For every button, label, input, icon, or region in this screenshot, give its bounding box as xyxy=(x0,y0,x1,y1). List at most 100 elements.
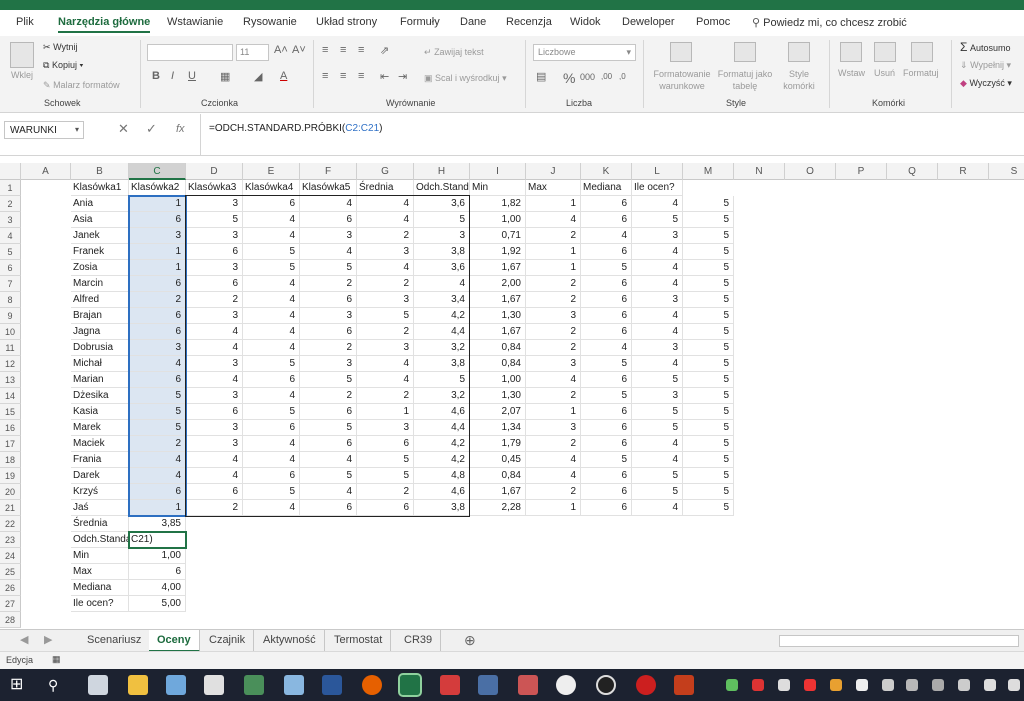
grade-cell[interactable]: 4 xyxy=(129,452,186,468)
grade-cell[interactable]: 6 xyxy=(581,500,632,516)
grade-cell[interactable]: 1,82 xyxy=(470,196,526,212)
grade-cell[interactable]: 4 xyxy=(186,340,243,356)
grade-cell[interactable]: 6 xyxy=(300,324,357,340)
select-all-corner[interactable] xyxy=(0,163,21,180)
grade-cell[interactable]: 6 xyxy=(243,372,300,388)
grade-cell[interactable]: 2 xyxy=(357,484,414,500)
student-name-cell[interactable]: Michał xyxy=(71,356,129,372)
row-header[interactable]: 9 xyxy=(0,308,21,324)
tab-developer[interactable]: Deweloper xyxy=(622,16,675,28)
grade-cell[interactable]: 3 xyxy=(526,420,581,436)
app-icon[interactable] xyxy=(440,675,460,695)
sheet-tab-scenariusz[interactable]: Scenariusz xyxy=(79,630,151,652)
grade-cell[interactable]: 6 xyxy=(300,500,357,516)
grade-cell[interactable]: 5 xyxy=(632,372,683,388)
grade-cell[interactable]: 2 xyxy=(526,228,581,244)
tray-icon[interactable] xyxy=(804,679,816,691)
align-middle-icon[interactable]: ≡ xyxy=(340,44,346,56)
grade-cell[interactable]: 4 xyxy=(632,260,683,276)
grade-cell[interactable]: 3 xyxy=(632,340,683,356)
row-header[interactable]: 12 xyxy=(0,356,21,372)
header-cell[interactable]: Klasówka4 xyxy=(243,180,300,196)
tab-scroll-right-icon[interactable]: ▶ xyxy=(36,630,60,652)
grade-cell[interactable]: 3,2 xyxy=(414,340,470,356)
grade-cell[interactable]: 3 xyxy=(357,340,414,356)
row-header[interactable]: 25 xyxy=(0,564,21,580)
notes-icon[interactable] xyxy=(284,675,304,695)
student-name-cell[interactable]: Frania xyxy=(71,452,129,468)
grade-cell[interactable]: 4,6 xyxy=(414,404,470,420)
calculator-icon[interactable] xyxy=(204,675,224,695)
grade-cell[interactable]: 5 xyxy=(632,484,683,500)
student-name-cell[interactable]: Krzyś xyxy=(71,484,129,500)
grade-cell[interactable]: 3 xyxy=(186,196,243,212)
grade-cell[interactable]: 5 xyxy=(632,212,683,228)
column-header-o[interactable]: O xyxy=(785,163,836,180)
student-name-cell[interactable]: Brajan xyxy=(71,308,129,324)
grade-cell[interactable]: 5 xyxy=(243,260,300,276)
row-header[interactable]: 22 xyxy=(0,516,21,532)
grade-cell[interactable]: 4 xyxy=(300,244,357,260)
grade-cell[interactable]: 4 xyxy=(243,308,300,324)
grade-cell[interactable]: 5 xyxy=(581,388,632,404)
grade-cell[interactable]: 5 xyxy=(683,324,734,340)
grade-cell[interactable]: 4 xyxy=(357,356,414,372)
tab-help[interactable]: Pomoc xyxy=(696,16,730,28)
grade-cell[interactable]: 3,8 xyxy=(414,356,470,372)
grade-cell[interactable]: 4,6 xyxy=(414,484,470,500)
grade-cell[interactable]: 1 xyxy=(526,260,581,276)
grade-cell[interactable]: 3 xyxy=(186,260,243,276)
grade-cell[interactable]: 0,84 xyxy=(470,340,526,356)
row-header[interactable]: 19 xyxy=(0,468,21,484)
cancel-icon[interactable]: ✕ xyxy=(118,121,129,137)
app-icon[interactable] xyxy=(518,675,538,695)
grade-cell[interactable]: 6 xyxy=(186,276,243,292)
row-header[interactable]: 18 xyxy=(0,452,21,468)
snipping-icon[interactable] xyxy=(244,675,264,695)
grade-cell[interactable]: 5 xyxy=(683,468,734,484)
grade-cell[interactable]: 5 xyxy=(129,420,186,436)
grade-cell[interactable]: 5 xyxy=(129,388,186,404)
grade-cell[interactable]: 6 xyxy=(300,212,357,228)
grade-cell[interactable]: 4,2 xyxy=(414,308,470,324)
cut-button[interactable]: ✂ Wytnij xyxy=(43,42,77,53)
student-name-cell[interactable]: Ania xyxy=(71,196,129,212)
row-header[interactable]: 24 xyxy=(0,548,21,564)
grade-cell[interactable]: 5 xyxy=(683,228,734,244)
grade-cell[interactable]: 1,67 xyxy=(470,260,526,276)
grade-cell[interactable]: 4 xyxy=(632,308,683,324)
wrap-text-button[interactable]: ↵ Zawijaj tekst xyxy=(424,47,484,58)
row-header[interactable]: 7 xyxy=(0,276,21,292)
enter-icon[interactable]: ✓ xyxy=(146,121,157,137)
app-icon[interactable] xyxy=(556,675,576,695)
grade-cell[interactable]: 2,00 xyxy=(470,276,526,292)
grade-cell[interactable]: 4 xyxy=(357,212,414,228)
currency-icon[interactable]: ▤ xyxy=(536,70,546,83)
grade-cell[interactable]: 4 xyxy=(243,436,300,452)
column-header-a[interactable]: A xyxy=(21,163,71,180)
paste-button[interactable]: Wklej xyxy=(11,70,33,80)
column-header-f[interactable]: F xyxy=(300,163,357,180)
grade-cell[interactable]: 5 xyxy=(683,356,734,372)
grade-cell[interactable]: 6 xyxy=(581,212,632,228)
row-header[interactable]: 14 xyxy=(0,388,21,404)
grade-cell[interactable]: 4 xyxy=(243,276,300,292)
grade-cell[interactable]: 1,67 xyxy=(470,324,526,340)
header-cell[interactable]: Odch.Stand xyxy=(414,180,470,196)
student-name-cell[interactable]: Asia xyxy=(71,212,129,228)
grade-cell[interactable]: 4,2 xyxy=(414,436,470,452)
grade-cell[interactable]: 4 xyxy=(526,452,581,468)
grade-cell[interactable]: 3 xyxy=(186,308,243,324)
grade-cell[interactable]: 5 xyxy=(357,308,414,324)
grade-cell[interactable]: 1,30 xyxy=(470,388,526,404)
summary-value-cell[interactable]: 5,00 xyxy=(129,596,186,612)
grade-cell[interactable]: 1,67 xyxy=(470,292,526,308)
column-header-k[interactable]: K xyxy=(581,163,632,180)
grade-cell[interactable]: 3 xyxy=(357,244,414,260)
grade-cell[interactable]: 5 xyxy=(414,212,470,228)
grade-cell[interactable]: 5 xyxy=(581,260,632,276)
grade-cell[interactable]: 6 xyxy=(581,372,632,388)
grade-cell[interactable]: 4,8 xyxy=(414,468,470,484)
app-icon[interactable] xyxy=(596,675,616,695)
grade-cell[interactable]: 6 xyxy=(300,292,357,308)
